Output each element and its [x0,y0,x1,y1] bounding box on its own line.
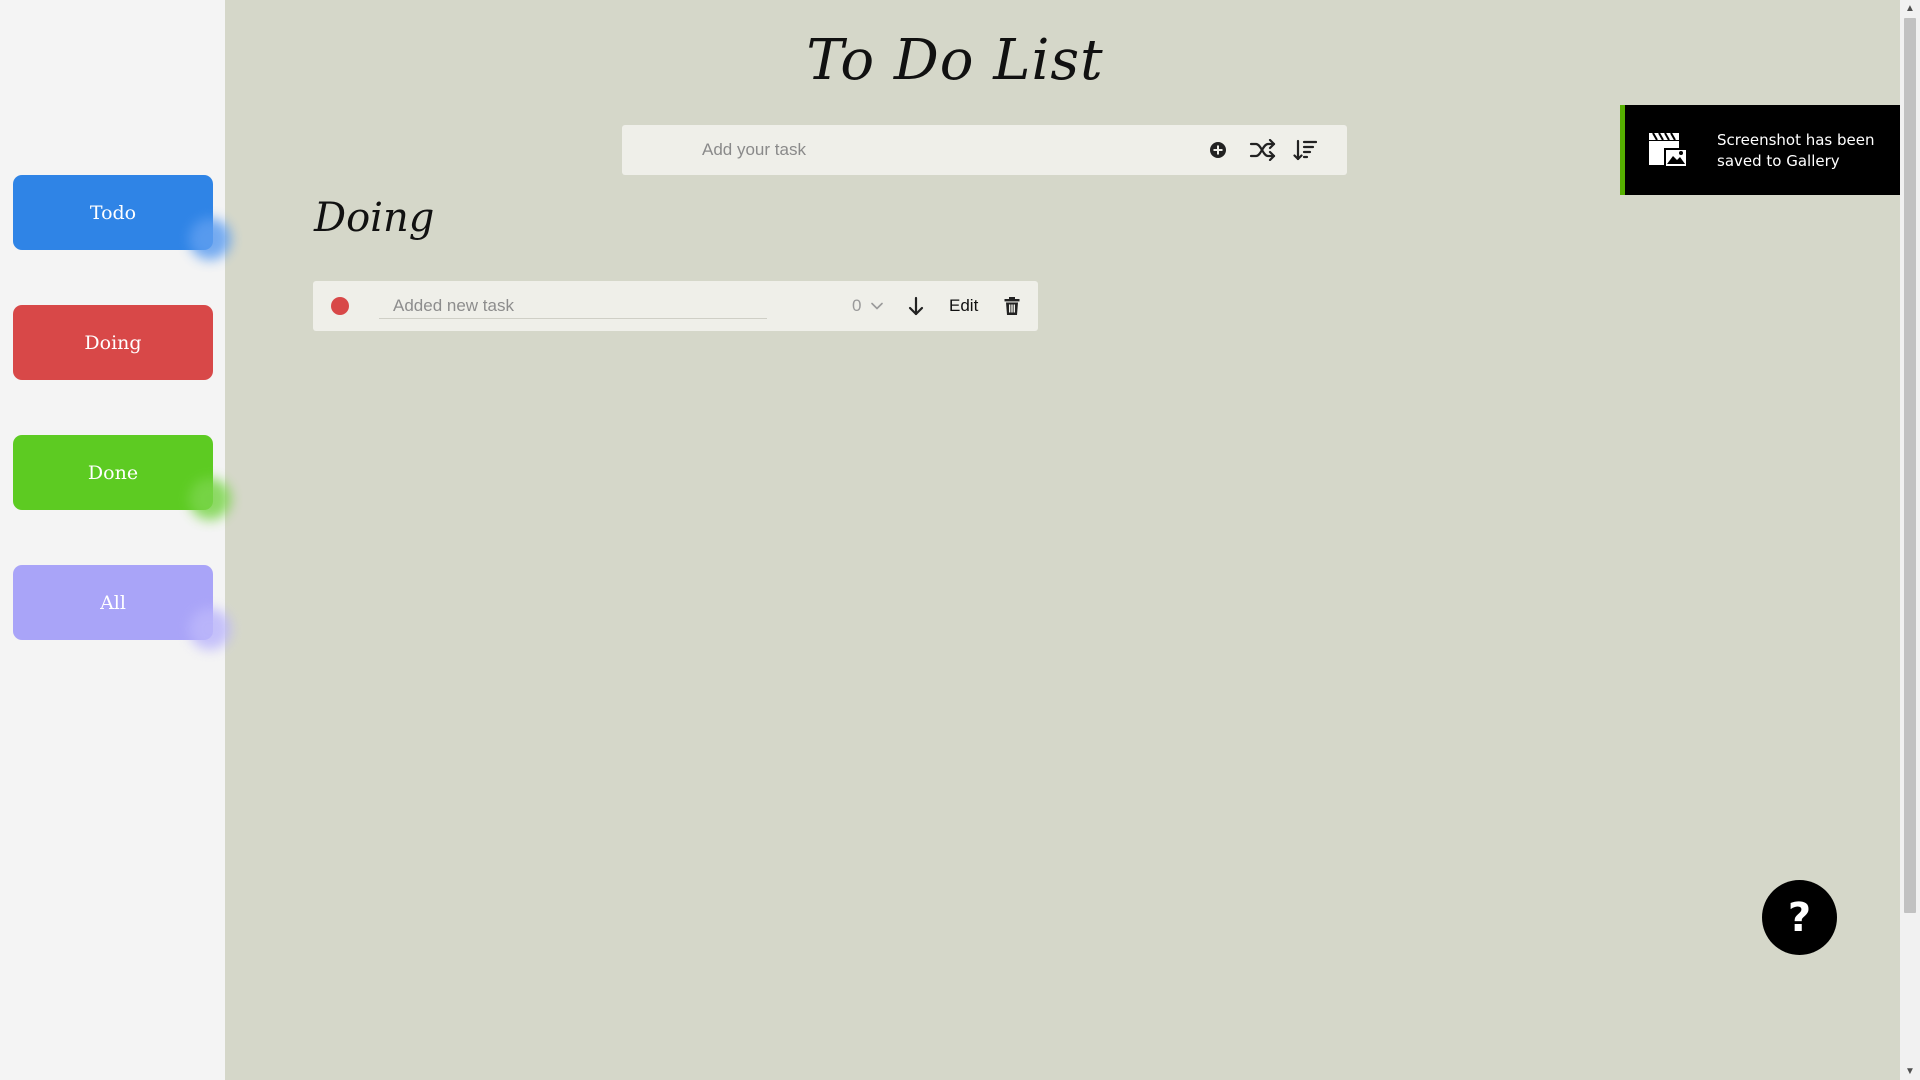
chevron-down-icon [871,302,884,310]
help-button[interactable]: ? [1762,880,1837,955]
task-status-dot[interactable] [331,297,349,315]
scroll-thumb[interactable] [1904,18,1916,913]
page-title-container: To Do List [0,28,1910,93]
scrollbar[interactable]: ▲ ▼ [1900,0,1920,1080]
filter-all-glow [189,608,231,650]
scroll-up-arrow-icon[interactable]: ▲ [1900,0,1920,17]
filter-todo-glow [189,218,231,260]
task-text-input[interactable] [379,293,767,319]
filter-doing-label: Doing [84,331,142,354]
filter-done-button[interactable]: Done [13,435,231,520]
task-row: 0 Edit [313,281,1038,331]
scroll-down-arrow-icon[interactable]: ▼ [1900,1063,1920,1080]
filter-all-label: All [100,591,126,614]
trash-icon[interactable] [1002,294,1022,318]
sort-icon[interactable] [1292,137,1318,163]
add-task-bar [622,125,1347,175]
add-task-input[interactable] [702,125,1202,175]
toast-message: Screenshot has been saved to Gallery [1717,131,1875,170]
filter-doing-button[interactable]: Doing [13,305,213,380]
shuffle-icon[interactable] [1249,137,1277,163]
filter-all-button[interactable]: All [13,565,231,650]
priority-select[interactable]: 0 [852,294,892,318]
section-title: Doing [314,195,435,241]
page-title: To Do List [806,28,1104,93]
toast-notification[interactable]: Screenshot has been saved to Gallery [1620,105,1920,195]
app-root: Todo Doing Done All To Do List Add your … [0,0,1920,1080]
filter-todo-button[interactable]: Todo [13,175,231,260]
edit-button[interactable]: Edit [949,294,978,318]
gallery-clapper-icon [1647,129,1689,171]
arrow-down-icon[interactable] [905,294,927,318]
filter-todo-label: Todo [89,201,137,224]
filter-done-glow [189,478,231,520]
plus-circle-icon[interactable] [1209,141,1227,159]
priority-value: 0 [852,296,862,315]
sidebar: Todo Doing Done All [0,0,231,1080]
filter-done-label: Done [87,461,139,484]
